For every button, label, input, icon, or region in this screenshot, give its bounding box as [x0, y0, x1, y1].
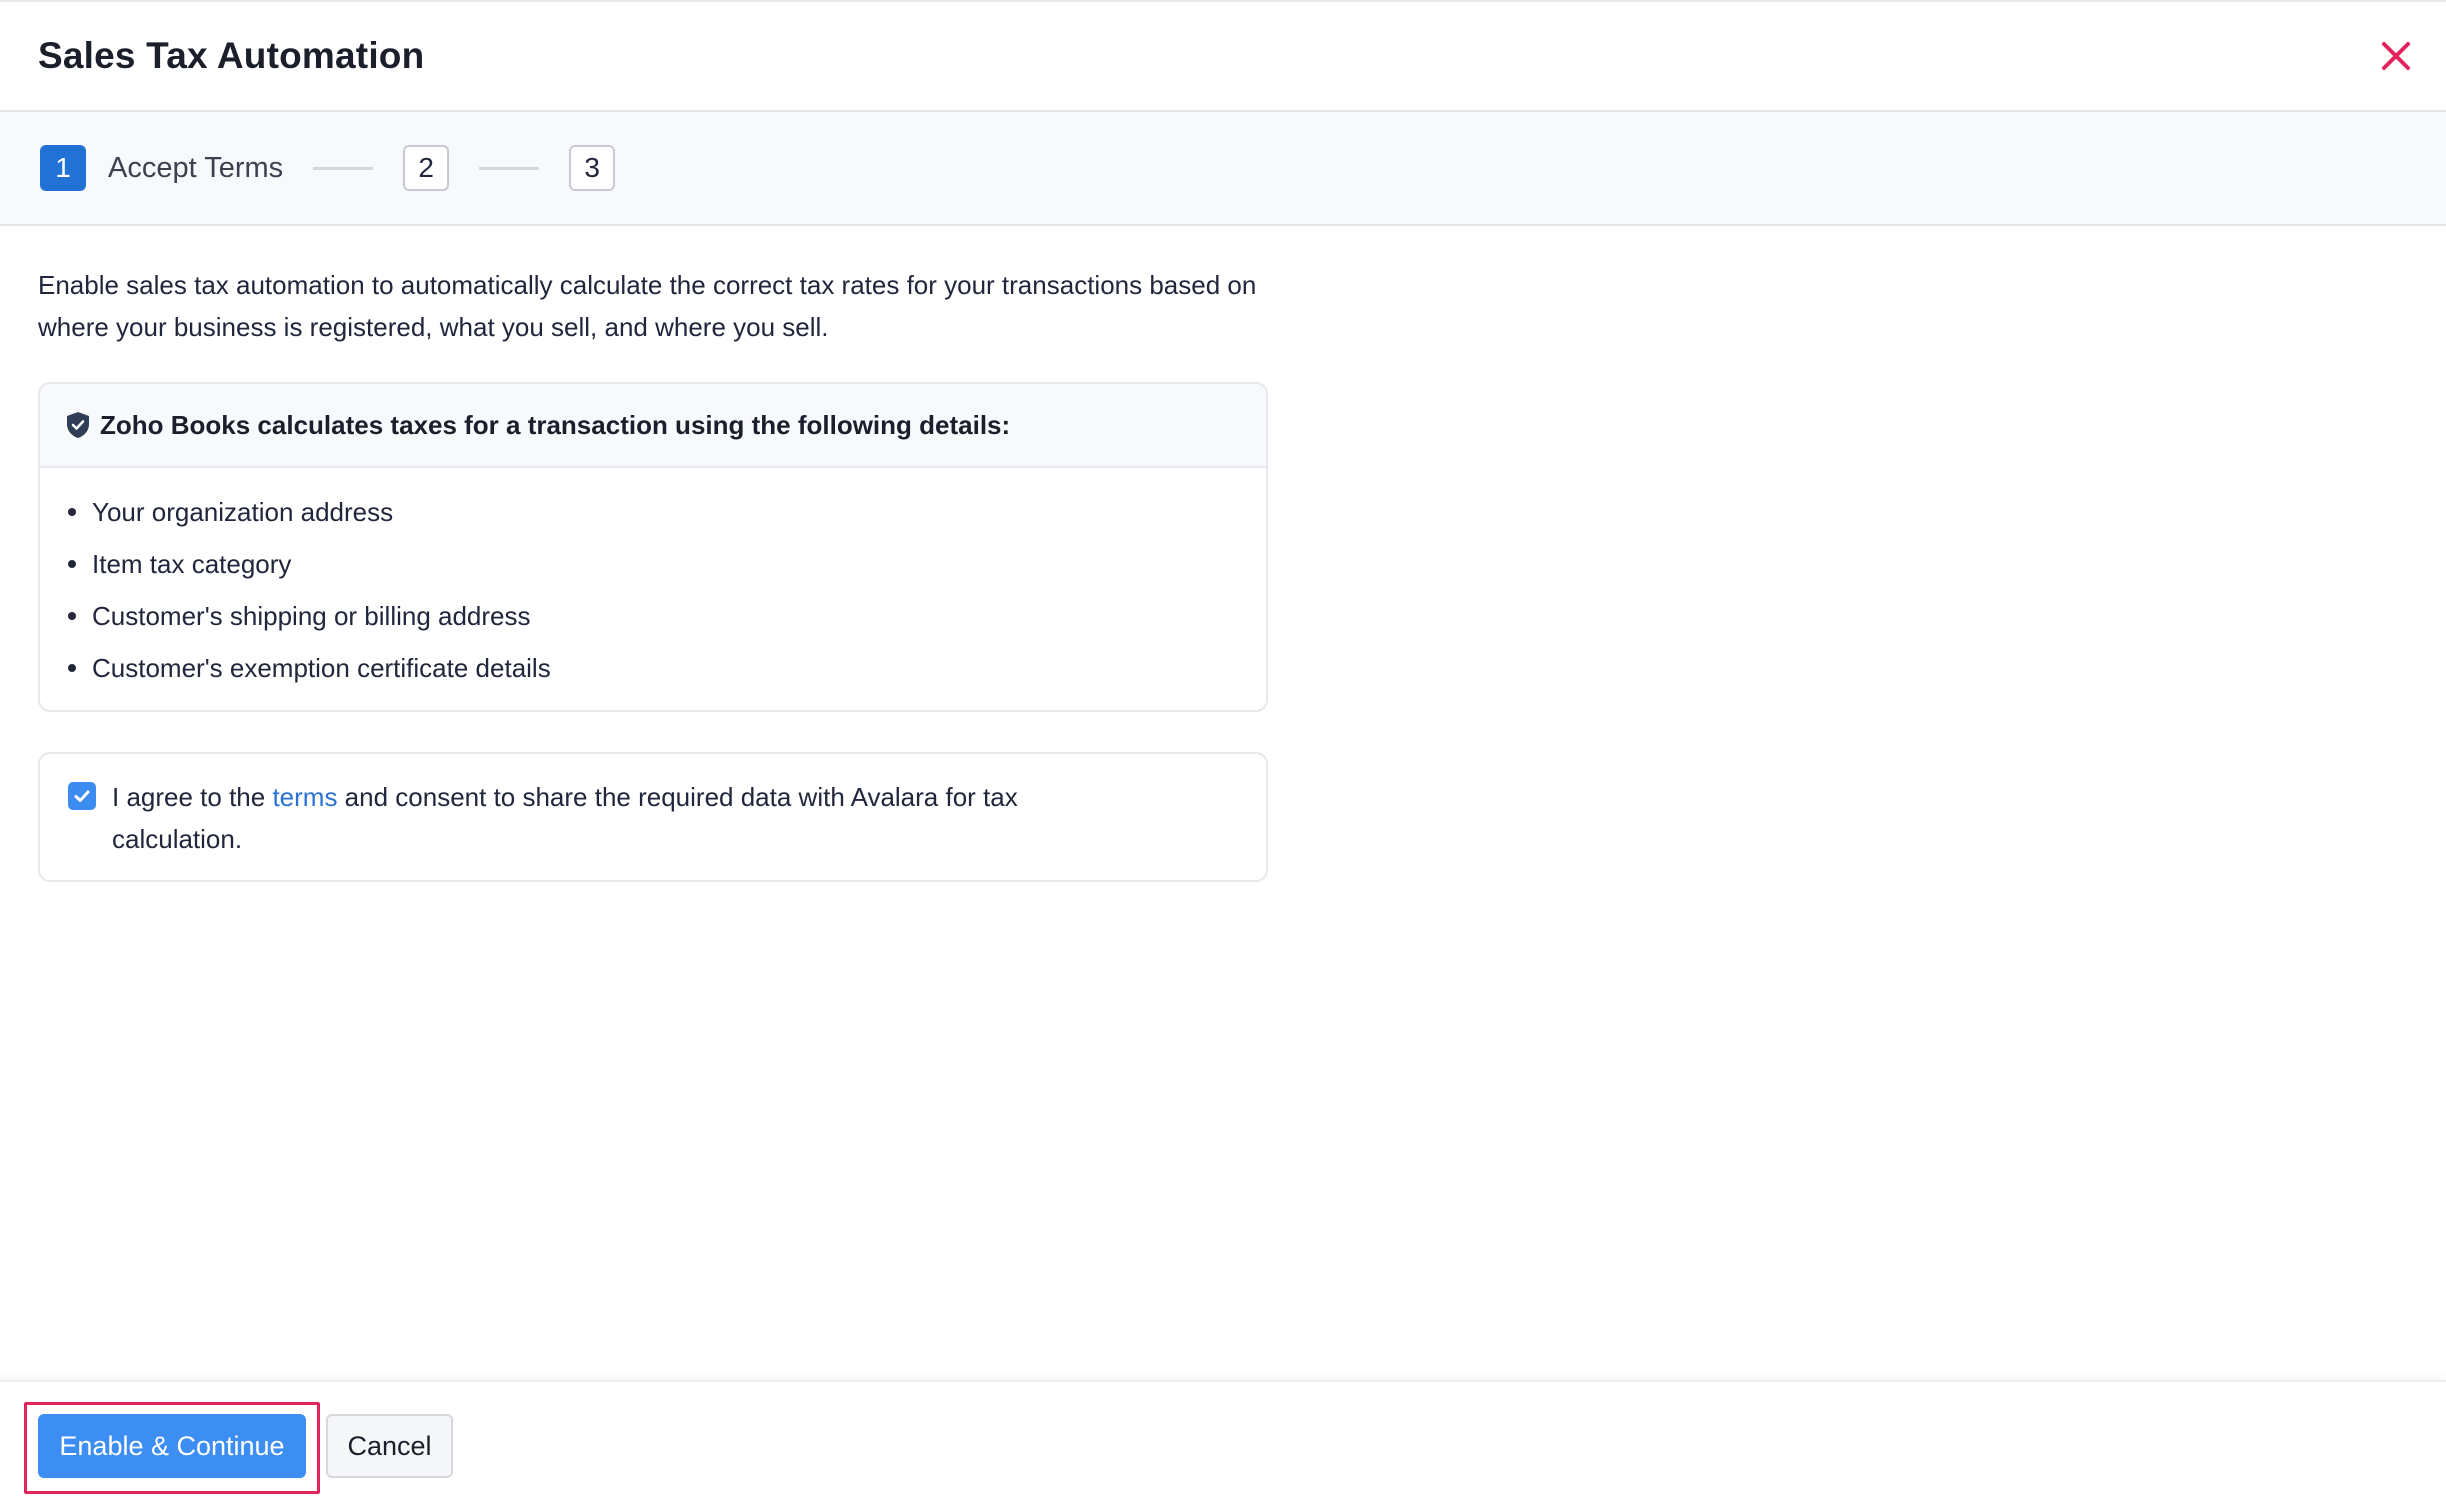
step-1-label: Accept Terms — [108, 151, 284, 184]
bullet — [68, 560, 76, 568]
modal-title: Sales Tax Automation — [38, 35, 425, 76]
list-item: Customer's shipping or billing address — [68, 590, 1266, 642]
intro-text: Enable sales tax automation to automatic… — [38, 270, 1257, 342]
list-item: Customer's exemption certificate details — [68, 642, 1266, 694]
terms-link[interactable]: terms — [272, 782, 337, 812]
consent-text: I agree to the terms and consent to shar… — [112, 776, 1112, 860]
list-item: Your organization address — [68, 486, 1266, 538]
step-connector — [313, 166, 374, 170]
step-1-number: 1 — [40, 145, 86, 191]
checkmark-icon — [74, 790, 90, 802]
modal-header: Sales Tax Automation — [0, 2, 2446, 112]
info-list: Your organization address Item tax categ… — [40, 468, 1266, 710]
step-3-number: 3 — [569, 145, 616, 191]
bullet — [68, 664, 76, 672]
list-item-text: Customer's shipping or billing address — [92, 601, 531, 631]
consent-checkbox[interactable] — [68, 782, 96, 810]
bullet — [68, 612, 76, 620]
sales-tax-modal: Sales Tax Automation 1 Accept Terms 2 3 … — [0, 0, 2446, 1498]
step-connector — [479, 166, 540, 170]
list-item-text: Your organization address — [92, 497, 394, 527]
consent-card: I agree to the terms and consent to shar… — [38, 752, 1268, 882]
bullet — [68, 508, 76, 516]
info-card-heading: Zoho Books calculates taxes for a transa… — [100, 409, 1011, 440]
cancel-button[interactable]: Cancel — [326, 1414, 453, 1478]
list-item-text: Customer's exemption certificate details — [92, 653, 551, 683]
info-card-header: Zoho Books calculates taxes for a transa… — [40, 384, 1266, 468]
list-item-text: Item tax category — [92, 549, 292, 579]
stepper: 1 Accept Terms 2 3 — [0, 112, 2446, 226]
modal-footer: Enable & Continue Cancel — [0, 1380, 2446, 1498]
shield-check-icon — [64, 410, 92, 440]
consent-text-before: I agree to the — [112, 782, 273, 812]
enable-continue-button[interactable]: Enable & Continue — [38, 1414, 306, 1478]
close-icon — [2382, 42, 2410, 70]
info-card: Zoho Books calculates taxes for a transa… — [38, 382, 1268, 712]
close-button[interactable] — [2376, 36, 2416, 76]
step-2-number: 2 — [403, 145, 450, 191]
list-item: Item tax category — [68, 538, 1266, 590]
modal-content: Enable sales tax automation to automatic… — [38, 264, 1268, 882]
